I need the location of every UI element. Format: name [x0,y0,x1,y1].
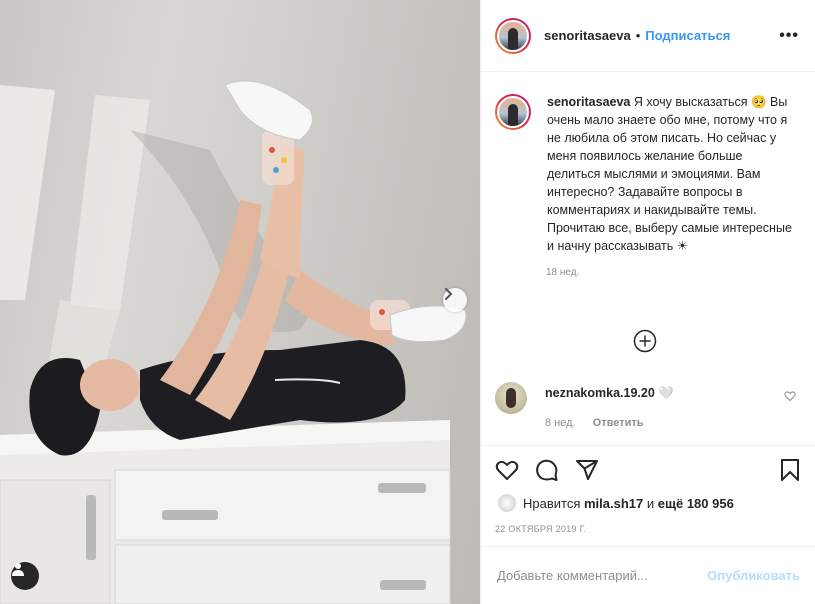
caption-timestamp[interactable]: 18 нед. [546,267,800,278]
user-tag-button[interactable] [11,562,39,590]
post-date[interactable]: 22 ОКТЯБРЯ 2019 Г. [495,524,802,534]
likes-summary: Нравится mila.sh17 и ещё 180 956 [495,494,802,512]
comment-icon[interactable] [535,458,559,482]
bookmark-icon[interactable] [778,458,802,482]
post-header: senoritasaeva • Подписаться ••• [481,0,815,72]
likes-prefix: Нравится [523,495,581,511]
caption-text-block: senoritasaeva Я хочу высказаться 🥺 Вы оч… [547,93,793,255]
comment-like-heart-icon[interactable] [784,390,796,402]
caption-avatar[interactable] [495,94,531,130]
more-icon: ••• [779,26,799,44]
caption: senoritasaeva Я хочу высказаться 🥺 Вы оч… [495,93,800,255]
post-side-panel: senoritasaeva • Подписаться ••• senorita… [480,0,815,604]
separator-dot: • [635,28,641,43]
user-tag-icon [12,563,24,576]
comment-text: 🤍 [658,386,674,400]
author-avatar[interactable] [495,17,531,54]
author-username[interactable]: senoritasaeva [544,28,631,43]
likes-connector: и [646,495,655,511]
reply-button[interactable]: Ответить [593,417,644,429]
plus-circle-icon[interactable] [633,329,657,353]
liker-avatar[interactable] [498,494,516,512]
carousel-next-button[interactable] [443,288,467,312]
heart-icon[interactable] [495,458,519,482]
more-options-button[interactable]: ••• [779,27,799,45]
commenter-avatar[interactable] [495,382,527,414]
actions-section: Нравится mila.sh17 и ещё 180 956 22 ОКТЯ… [481,445,815,545]
share-icon[interactable] [575,458,599,482]
publish-button[interactable]: Опубликовать [707,568,800,583]
chevron-right-icon [445,288,453,300]
action-icons [495,446,802,494]
liker-username[interactable]: mila.sh17 [584,496,643,511]
comment-timestamp[interactable]: 8 нед. [545,417,576,429]
photo-illustration [0,80,467,604]
comment-input[interactable] [497,568,708,583]
comment-item: neznakomka.19.20 🤍 8 нед. Ответить [495,382,800,429]
likes-count[interactable]: ещё 180 956 [658,496,734,511]
caption-username[interactable]: senoritasaeva [547,95,630,109]
add-comment-bar: Опубликовать [481,546,815,604]
post-photo[interactable] [0,0,480,604]
caption-text: Я хочу высказаться 🥺 Вы очень мало знает… [547,95,792,253]
follow-button[interactable]: Подписаться [645,28,730,43]
comments-section: senoritasaeva Я хочу высказаться 🥺 Вы оч… [481,73,815,445]
commenter-username[interactable]: neznakomka.19.20 [545,386,655,400]
